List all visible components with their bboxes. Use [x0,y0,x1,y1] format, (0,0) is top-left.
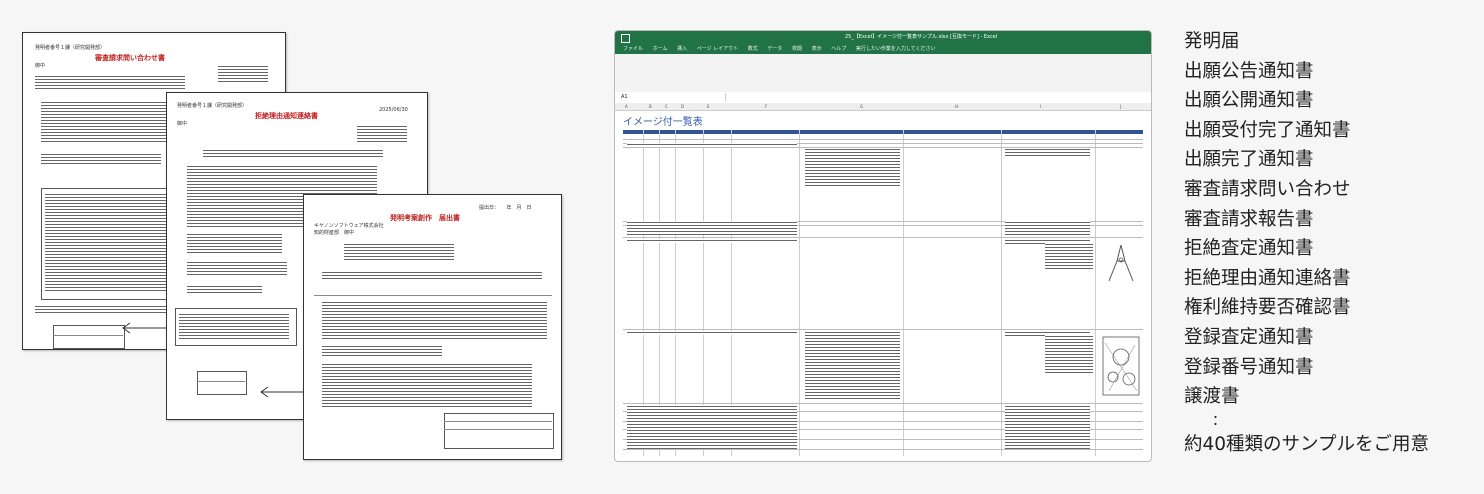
list-item: 発明届 [1184,31,1240,52]
table-header-row [623,130,1143,134]
menu-page-layout[interactable]: ページ レイアウト [697,46,739,52]
doc-title: 発明考案創作 届出書 [390,214,460,222]
doc-to: 知的財産部 御中 [314,230,355,236]
menu-home[interactable]: ホーム [653,46,668,52]
excel-title-bar: 25_【Excel】イメージ付一覧表サンプル.xlsx [互換モード] - Ex… [615,31,1151,44]
column-header[interactable]: C [665,103,668,110]
name-box[interactable]: A1 [621,92,661,103]
mechanism-drawing-icon [1102,336,1140,396]
list-item: 権利維持要否確認書 [1184,297,1351,319]
list-item: 出願公開通知書 [1184,90,1314,112]
list-item: 審査請求問い合わせ [1184,178,1351,200]
column-header[interactable]: G [860,103,863,110]
column-header[interactable]: J [1120,103,1121,110]
excel-menu-bar: ファイル ホーム 挿入 ページ レイアウト 数式 データ 校閲 表示 ヘルプ 実… [615,44,1151,54]
pliers-drawing-icon [1108,244,1134,282]
menu-insert[interactable]: 挿入 [677,46,687,52]
doc-date: 2025/06/30 [379,107,408,113]
menu-file[interactable]: ファイル [623,46,643,52]
column-headers: A B C D E F G H I J [615,103,1151,111]
document-type-list: 発明届 出願公告通知書 出願公開通知書 出願受付完了通知書 出願完了通知書 審査… [1184,27,1429,459]
menu-formulas[interactable]: 数式 [748,46,758,52]
menu-review[interactable]: 校閲 [792,46,802,52]
doc-header: 提出日： 年 月 日 [479,205,532,211]
tell-me-input[interactable]: 実行したい作業を入力してください [856,46,936,52]
doc-header: 発明者番号１課（研究開発部） [177,103,248,109]
doc-company: キヤノンソフトウェア株式会社 [314,223,384,229]
list-item: 登録番号通知書 [1184,356,1314,378]
menu-data[interactable]: データ [767,46,782,52]
doc-to: 御中 [177,121,188,127]
list-item: 拒絶理由通知連絡書 [1184,267,1351,289]
list-footer: 約40種類のサンプルをご用意 [1184,433,1429,455]
column-header[interactable]: E [707,103,710,110]
column-header[interactable]: D [681,103,684,110]
list-item: 審査請求報告書 [1184,208,1314,230]
sheet-title: イメージ付一覧表 [623,117,703,128]
spreadsheet-grid[interactable]: A B C D E F G H I J イメージ付一覧表 [615,103,1151,461]
menu-help[interactable]: ヘルプ [831,46,846,52]
column-header[interactable]: A [625,103,628,110]
list-item: 出願完了通知書 [1184,149,1314,171]
doc-title: 拒絶理由通知連絡書 [255,112,318,120]
doc-header: 発明者番号１課（研究開発部） [35,45,106,51]
formula-input[interactable] [725,93,1146,101]
list-item: 出願公告通知書 [1184,60,1314,82]
doc-title: 審査請求問い合わせ書 [95,54,165,62]
list-item: 登録査定通知書 [1184,326,1314,348]
doc-to: 御中 [35,63,46,69]
excel-window-title: 25_【Excel】イメージ付一覧表サンプル.xlsx [互換モード] - Ex… [845,34,998,40]
arrow-left-icon [122,322,170,334]
document-invention-report: 提出日： 年 月 日 発明考案創作 届出書 キヤノンソフトウェア株式会社 知的財… [303,194,562,460]
excel-logo-icon [621,34,630,43]
excel-ribbon [615,54,1151,93]
excel-window: 25_【Excel】イメージ付一覧表サンプル.xlsx [互換モード] - Ex… [614,30,1152,462]
list-item: 出願受付完了通知書 [1184,119,1351,141]
list-item: 拒絶査定通知書 [1184,238,1314,260]
column-header[interactable]: B [649,103,652,110]
column-header[interactable]: F [765,103,767,110]
column-header[interactable]: H [955,103,958,110]
list-ellipsis: ： [1212,412,1226,429]
menu-view[interactable]: 表示 [812,46,822,52]
list-item: 譲渡書 [1184,386,1240,408]
column-header[interactable]: I [1040,103,1041,110]
